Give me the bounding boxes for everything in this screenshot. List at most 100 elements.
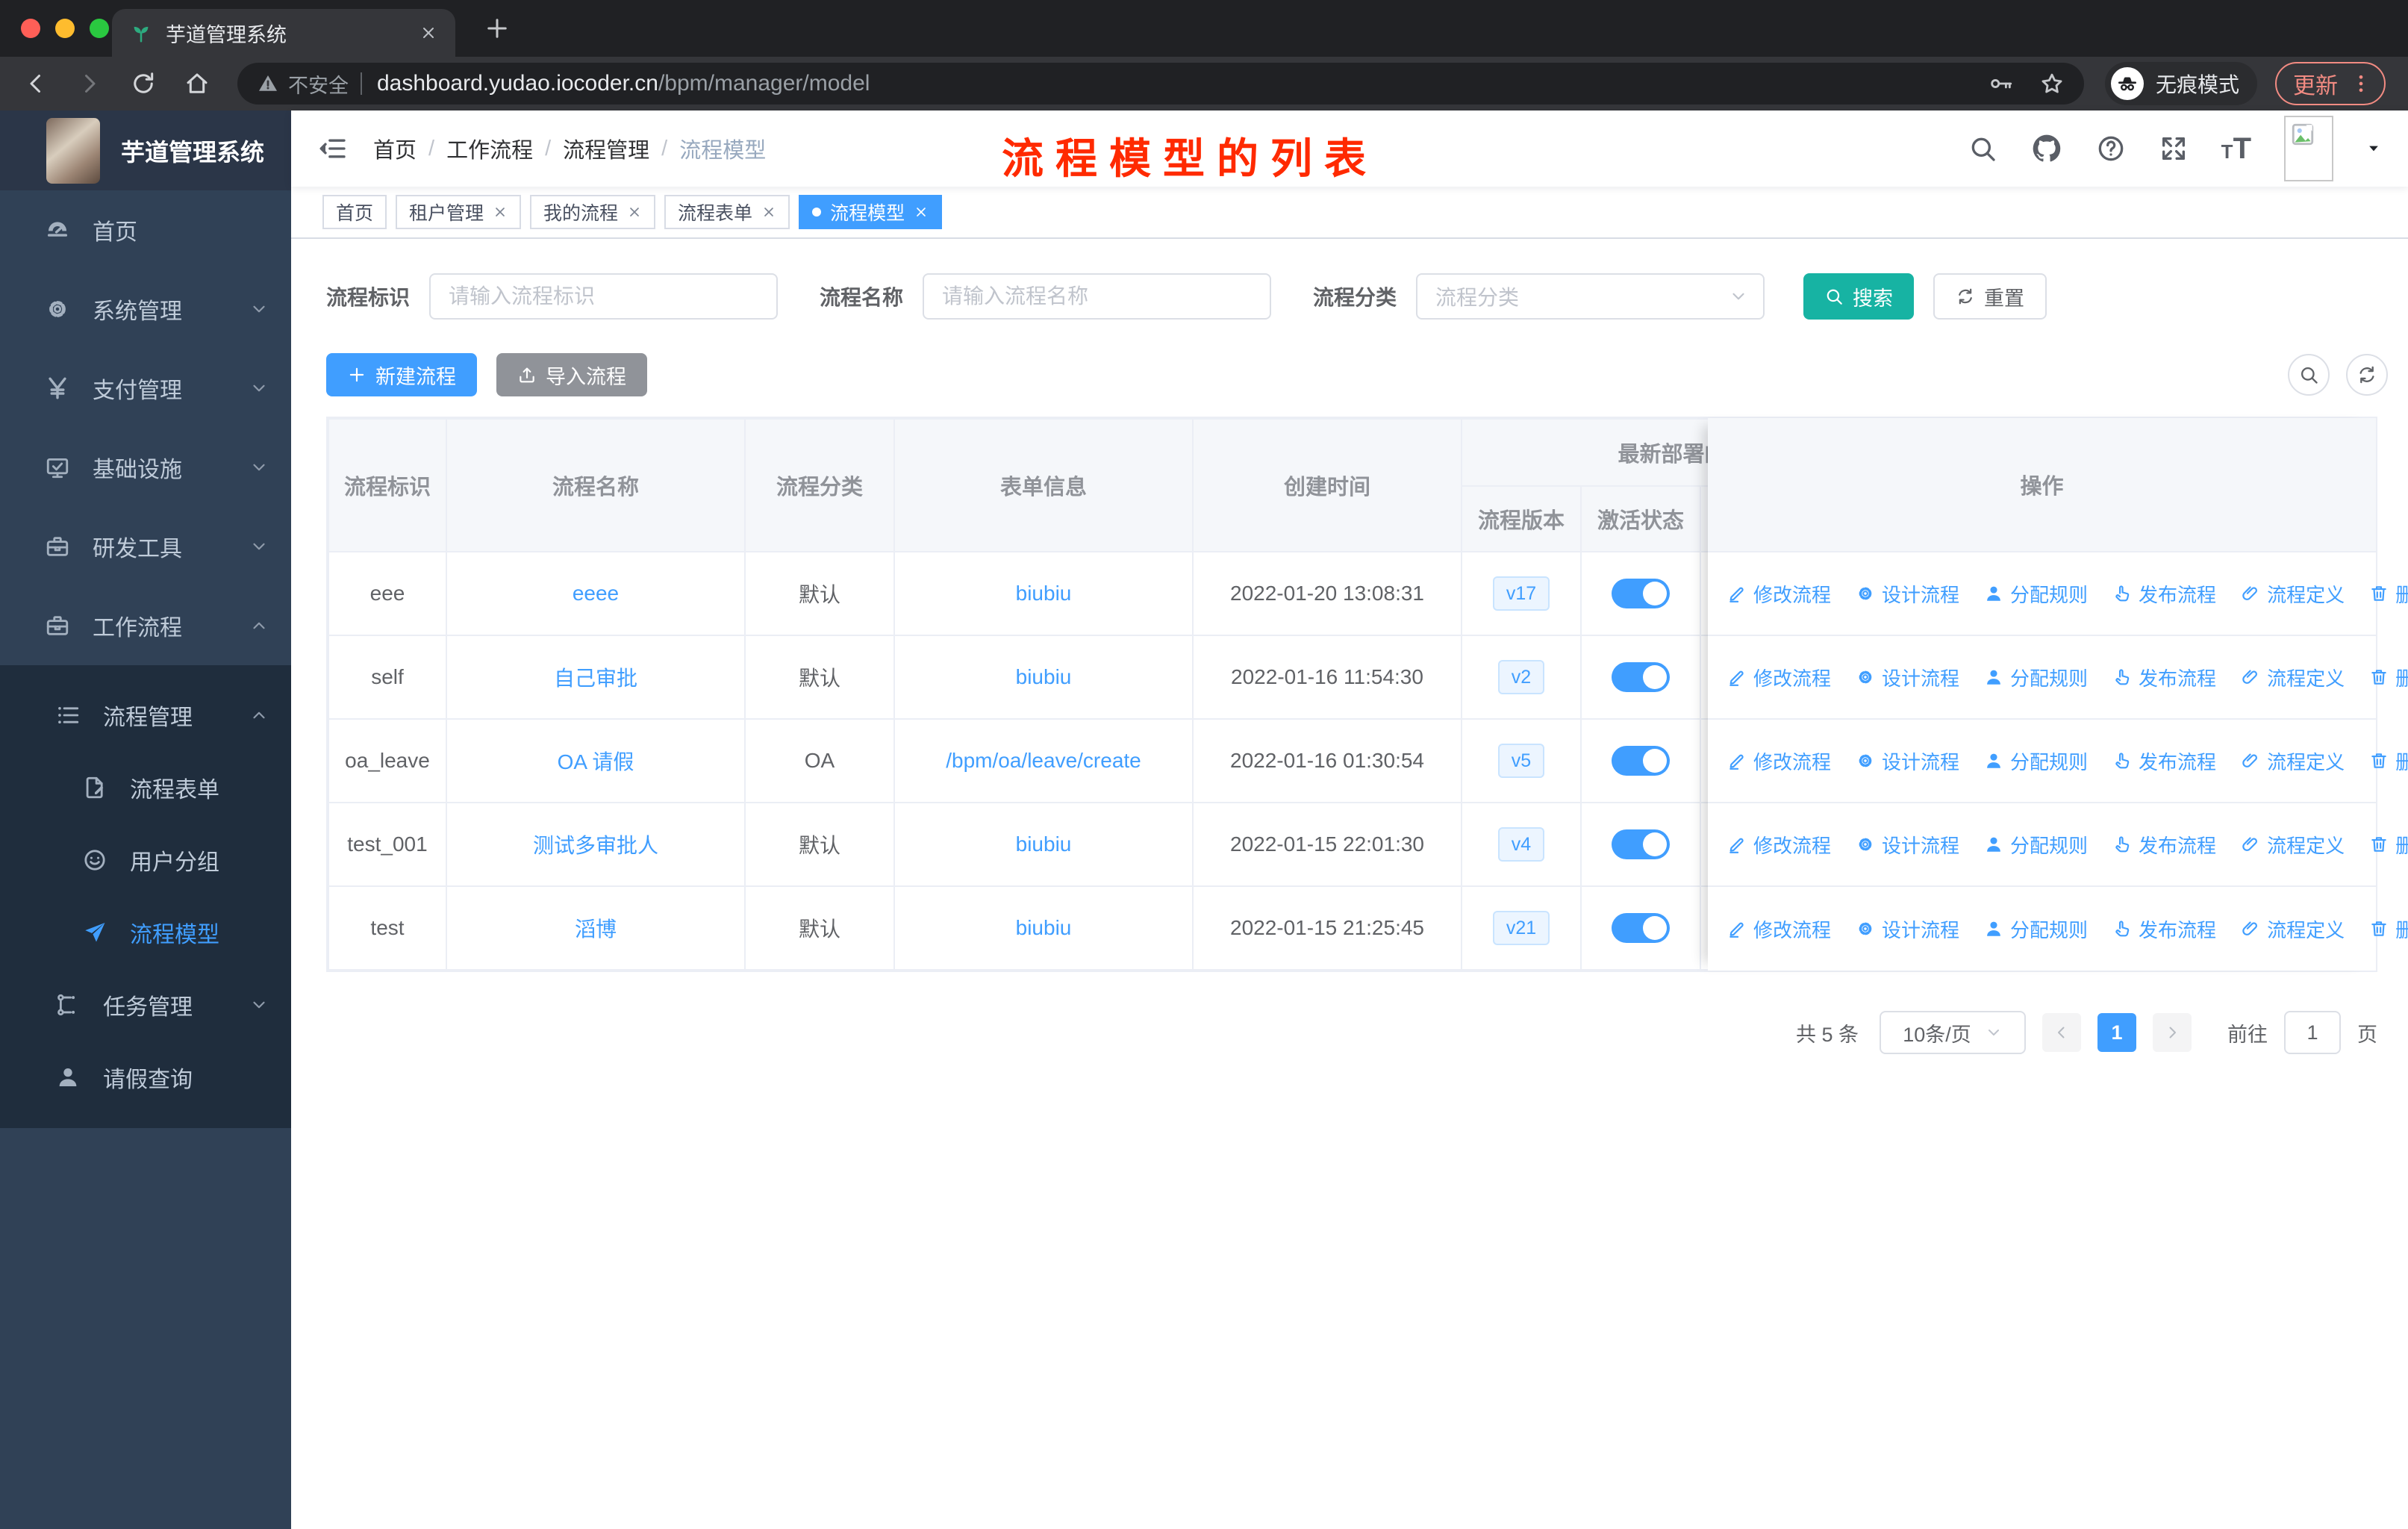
sidebar-logo[interactable]: 芋道管理系统 (0, 110, 291, 190)
action-删除[interactable]: 删除 (2369, 831, 2408, 859)
process-name-link[interactable]: OA 请假 (558, 750, 634, 773)
tag-流程表单[interactable]: 流程表单 (664, 195, 790, 229)
sidebar-item-用户分组[interactable]: 用户分组 (0, 823, 291, 896)
action-流程定义[interactable]: 流程定义 (2241, 580, 2345, 608)
action-流程定义[interactable]: 流程定义 (2241, 664, 2345, 691)
prev-page-button[interactable] (2042, 1013, 2081, 1052)
filter-name-input[interactable] (923, 273, 1272, 320)
action-设计流程[interactable]: 设计流程 (1856, 831, 1959, 859)
refresh-table-button[interactable] (2346, 354, 2388, 396)
active-state-toggle[interactable] (1612, 746, 1670, 776)
action-发布流程[interactable]: 发布流程 (2112, 831, 2216, 859)
window-zoom-button[interactable] (90, 19, 109, 38)
action-流程定义[interactable]: 流程定义 (2241, 747, 2345, 775)
github-icon[interactable] (2030, 132, 2063, 165)
action-删除[interactable]: 删除 (2369, 664, 2408, 691)
tab-close-icon[interactable] (419, 24, 437, 42)
action-分配规则[interactable]: 分配规则 (1984, 747, 2088, 775)
current-page-button[interactable]: 1 (2097, 1013, 2136, 1052)
browser-menu-dots-icon[interactable] (2350, 72, 2372, 95)
action-发布流程[interactable]: 发布流程 (2112, 747, 2216, 775)
chrome-update-button[interactable]: 更新 (2275, 62, 2386, 105)
import-process-button[interactable]: 导入流程 (496, 353, 647, 396)
action-发布流程[interactable]: 发布流程 (2112, 580, 2216, 608)
sidebar-item-支付管理[interactable]: 支付管理 (0, 349, 291, 428)
sidebar-item-流程表单[interactable]: 流程表单 (0, 751, 291, 823)
process-name-link[interactable]: eeee (573, 582, 619, 605)
home-icon[interactable] (184, 70, 210, 97)
active-state-toggle[interactable] (1612, 829, 1670, 859)
close-icon[interactable] (493, 205, 508, 219)
sidebar-collapse-icon[interactable] (318, 134, 348, 164)
filter-category-select[interactable]: 流程分类 (1416, 273, 1765, 320)
action-分配规则[interactable]: 分配规则 (1984, 831, 2088, 859)
sidebar-item-流程模型[interactable]: 流程模型 (0, 896, 291, 968)
page-size-select[interactable]: 10条/页 (1880, 1011, 2026, 1054)
not-secure-label[interactable]: 不安全 (288, 69, 349, 99)
browser-tab[interactable]: 芋道管理系统 (112, 9, 455, 57)
form-info-link[interactable]: biubiu (1016, 582, 1072, 605)
search-icon[interactable] (1968, 134, 1997, 164)
sidebar-item-系统管理[interactable]: 系统管理 (0, 270, 291, 349)
close-icon[interactable] (627, 205, 642, 219)
window-close-button[interactable] (21, 19, 40, 38)
sidebar-item-工作流程[interactable]: 工作流程 (0, 586, 291, 665)
user-menu-caret-icon[interactable] (2366, 141, 2381, 156)
close-icon[interactable] (914, 205, 929, 219)
breadcrumb-item[interactable]: 首页 (373, 133, 417, 164)
action-分配规则[interactable]: 分配规则 (1984, 915, 2088, 943)
sidebar-item-任务管理[interactable]: 任务管理 (0, 968, 291, 1041)
action-修改流程[interactable]: 修改流程 (1727, 580, 1831, 608)
fullscreen-icon[interactable] (2159, 134, 2189, 164)
action-设计流程[interactable]: 设计流程 (1856, 747, 1959, 775)
breadcrumb-item[interactable]: 工作流程 (446, 133, 533, 164)
action-修改流程[interactable]: 修改流程 (1727, 915, 1831, 943)
action-删除[interactable]: 删除 (2369, 915, 2408, 943)
action-设计流程[interactable]: 设计流程 (1856, 664, 1959, 691)
help-icon[interactable] (2096, 134, 2126, 164)
action-分配规则[interactable]: 分配规则 (1984, 580, 2088, 608)
sidebar-item-基础设施[interactable]: 基础设施 (0, 428, 291, 507)
action-删除[interactable]: 删除 (2369, 747, 2408, 775)
active-state-toggle[interactable] (1612, 662, 1670, 692)
close-icon[interactable] (761, 205, 776, 219)
search-button[interactable]: 搜索 (1803, 273, 1915, 320)
sidebar-item-首页[interactable]: 首页 (0, 190, 291, 270)
action-删除[interactable]: 删除 (2369, 580, 2408, 608)
window-minimize-button[interactable] (55, 19, 75, 38)
tag-流程模型[interactable]: 流程模型 (799, 195, 943, 229)
action-修改流程[interactable]: 修改流程 (1727, 831, 1831, 859)
form-info-link[interactable]: biubiu (1016, 665, 1072, 688)
breadcrumb-item[interactable]: 流程管理 (563, 133, 649, 164)
form-info-link[interactable]: biubiu (1016, 832, 1072, 856)
process-name-link[interactable]: 测试多审批人 (533, 834, 658, 857)
active-state-toggle[interactable] (1612, 579, 1670, 608)
action-流程定义[interactable]: 流程定义 (2241, 831, 2345, 859)
new-tab-button[interactable] (484, 15, 511, 42)
process-name-link[interactable]: 自己审批 (554, 667, 637, 690)
action-设计流程[interactable]: 设计流程 (1856, 580, 1959, 608)
action-设计流程[interactable]: 设计流程 (1856, 915, 1959, 943)
form-info-link[interactable]: biubiu (1016, 916, 1072, 939)
tag-租户管理[interactable]: 租户管理 (396, 195, 522, 229)
sidebar-item-研发工具[interactable]: 研发工具 (0, 507, 291, 586)
password-key-icon[interactable] (1989, 71, 2014, 96)
bookmark-star-icon[interactable] (2039, 71, 2065, 96)
forward-icon[interactable] (76, 70, 103, 97)
form-info-link[interactable]: /bpm/oa/leave/create (946, 749, 1141, 772)
action-发布流程[interactable]: 发布流程 (2112, 664, 2216, 691)
next-page-button[interactable] (2153, 1013, 2192, 1052)
action-发布流程[interactable]: 发布流程 (2112, 915, 2216, 943)
reset-button[interactable]: 重置 (1933, 273, 2047, 320)
sidebar-item-流程管理[interactable]: 流程管理 (0, 679, 291, 751)
filter-key-input[interactable] (429, 273, 779, 320)
process-name-link[interactable]: 滔博 (575, 918, 617, 941)
tag-我的流程[interactable]: 我的流程 (530, 195, 656, 229)
goto-page-input[interactable] (2284, 1011, 2341, 1054)
address-bar[interactable]: 不安全 dashboard.yudao.iocoder.cn/bpm/manag… (237, 63, 2084, 105)
show-search-toggle-button[interactable] (2288, 354, 2330, 396)
user-avatar-broken[interactable] (2284, 116, 2333, 181)
action-修改流程[interactable]: 修改流程 (1727, 664, 1831, 691)
action-流程定义[interactable]: 流程定义 (2241, 915, 2345, 943)
font-size-icon[interactable]: TT (2221, 134, 2251, 164)
